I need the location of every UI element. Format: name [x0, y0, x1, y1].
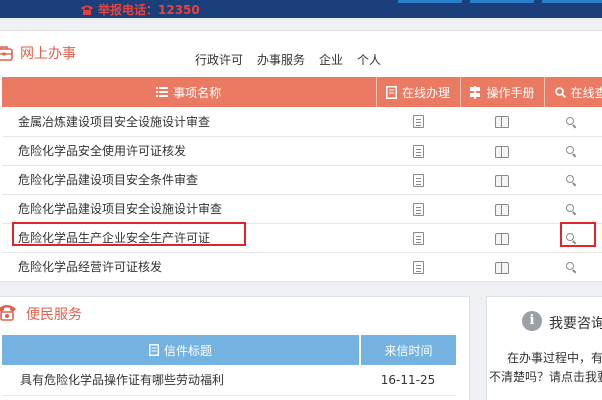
- briefcase-icon: [0, 46, 13, 61]
- report-hotline: 举报电话：12350: [80, 1, 200, 18]
- query-search-icon[interactable]: [566, 116, 576, 127]
- manual-book-icon[interactable]: [495, 261, 509, 274]
- search-icon: [554, 86, 566, 98]
- online-apply-icon[interactable]: [412, 231, 424, 245]
- consult-panel: i 我要咨询 在办事过程中，有 不清楚吗？请点击我要: [486, 296, 602, 400]
- manual-book-icon[interactable]: [495, 174, 509, 187]
- document-icon: [149, 344, 159, 356]
- query-search-icon[interactable]: [566, 233, 576, 243]
- letters-table-header: 信件标题 来信时间: [2, 335, 456, 365]
- table-row: 危险化学品建设项目安全设施设计审查: [2, 194, 602, 224]
- item-name[interactable]: 危险化学品建设项目安全设施设计审查: [2, 194, 376, 224]
- online-apply-icon[interactable]: [412, 173, 424, 187]
- consult-text-line2: 不清楚吗？请点击我要: [489, 370, 602, 384]
- manual-book-icon[interactable]: [495, 145, 509, 158]
- info-icon: i: [522, 311, 542, 331]
- column-header-query: 在线查: [544, 77, 602, 107]
- tab-administrative-license[interactable]: 行政许可: [195, 51, 243, 68]
- table-row: 危险化学品经营许可证核发: [2, 252, 602, 282]
- online-affairs-header: 网上办事: [0, 41, 76, 65]
- phone-icon: [81, 5, 93, 15]
- table-row: 危险化学品安全使用许可证核发: [2, 136, 602, 166]
- letters-table: 信件标题 来信时间 具有危险化学品操作证有哪些劳动福利 16-11-25: [2, 335, 456, 396]
- online-apply-icon[interactable]: [412, 260, 424, 274]
- table-row[interactable]: 具有危险化学品操作证有哪些劳动福利 16-11-25: [2, 365, 456, 396]
- top-nav-tab[interactable]: [542, 0, 602, 3]
- top-nav-tab[interactable]: [398, 0, 462, 3]
- consult-text-line1: 在办事过程中，有: [507, 351, 602, 365]
- signpost-icon: [470, 85, 481, 99]
- column-header-manual: 操作手册: [460, 77, 545, 107]
- query-search-icon[interactable]: [566, 175, 576, 185]
- item-name[interactable]: 危险化学品经营许可证核发: [2, 252, 376, 282]
- items-table: 事项名称 在线办理 操作手册 在线查 金属冶炼建设项目安全设施设计审查 危险化学…: [2, 77, 602, 282]
- item-name[interactable]: 危险化学品安全使用许可证核发: [2, 136, 376, 166]
- convenience-panel: 便民服务 信件标题 来信时间 具有危险化学品操作证有哪些劳动福利 16-11-2…: [0, 296, 470, 400]
- items-table-header: 事项名称 在线办理 操作手册 在线查: [2, 77, 602, 107]
- top-nav-tab[interactable]: [470, 0, 534, 3]
- tab-services[interactable]: 办事服务: [257, 51, 305, 68]
- query-search-icon[interactable]: [566, 204, 576, 214]
- column-header-name: 事项名称: [2, 77, 377, 107]
- manual-book-icon[interactable]: [495, 116, 509, 129]
- column-header-date: 来信时间: [359, 335, 456, 365]
- online-affairs-panel: 网上办事 行政许可 办事服务 企业 个人 事项名称 在线办理 操作手册 在线查 …: [0, 30, 602, 282]
- online-affairs-title: 网上办事: [20, 46, 76, 62]
- manual-book-icon[interactable]: [495, 232, 509, 245]
- online-apply-icon[interactable]: [412, 144, 424, 158]
- letter-subject[interactable]: 具有危险化学品操作证有哪些劳动福利: [2, 365, 360, 396]
- column-header-subject: 信件标题: [2, 335, 360, 365]
- category-tabs: 行政许可 办事服务 企业 个人: [195, 51, 381, 68]
- query-search-icon[interactable]: [566, 146, 576, 156]
- query-search-icon[interactable]: [566, 262, 576, 272]
- online-apply-icon[interactable]: [412, 202, 424, 216]
- tab-enterprise[interactable]: 企业: [319, 51, 343, 68]
- table-row: 金属冶炼建设项目安全设施设计审查: [2, 107, 602, 137]
- item-name[interactable]: 危险化学品生产企业安全生产许可证: [2, 223, 376, 253]
- telephone-icon: [0, 305, 16, 321]
- item-name[interactable]: 危险化学品建设项目安全条件审查: [2, 165, 376, 195]
- list-icon: [156, 87, 169, 97]
- online-apply-icon[interactable]: [412, 115, 424, 129]
- document-icon: [385, 85, 397, 99]
- convenience-title: 便民服务: [26, 307, 82, 323]
- consult-title[interactable]: 我要咨询: [549, 313, 602, 333]
- column-header-online: 在线办理: [376, 77, 461, 107]
- tab-individual[interactable]: 个人: [357, 51, 381, 68]
- manual-book-icon[interactable]: [495, 203, 509, 216]
- item-name[interactable]: 金属冶炼建设项目安全设施设计审查: [2, 107, 376, 137]
- hotline-text: 举报电话：12350: [98, 3, 200, 17]
- top-bar: 举报电话：12350: [0, 0, 602, 18]
- letter-date: 16-11-25: [360, 365, 456, 396]
- table-row: 危险化学品生产企业安全生产许可证: [2, 223, 602, 253]
- table-row: 危险化学品建设项目安全条件审查: [2, 165, 602, 195]
